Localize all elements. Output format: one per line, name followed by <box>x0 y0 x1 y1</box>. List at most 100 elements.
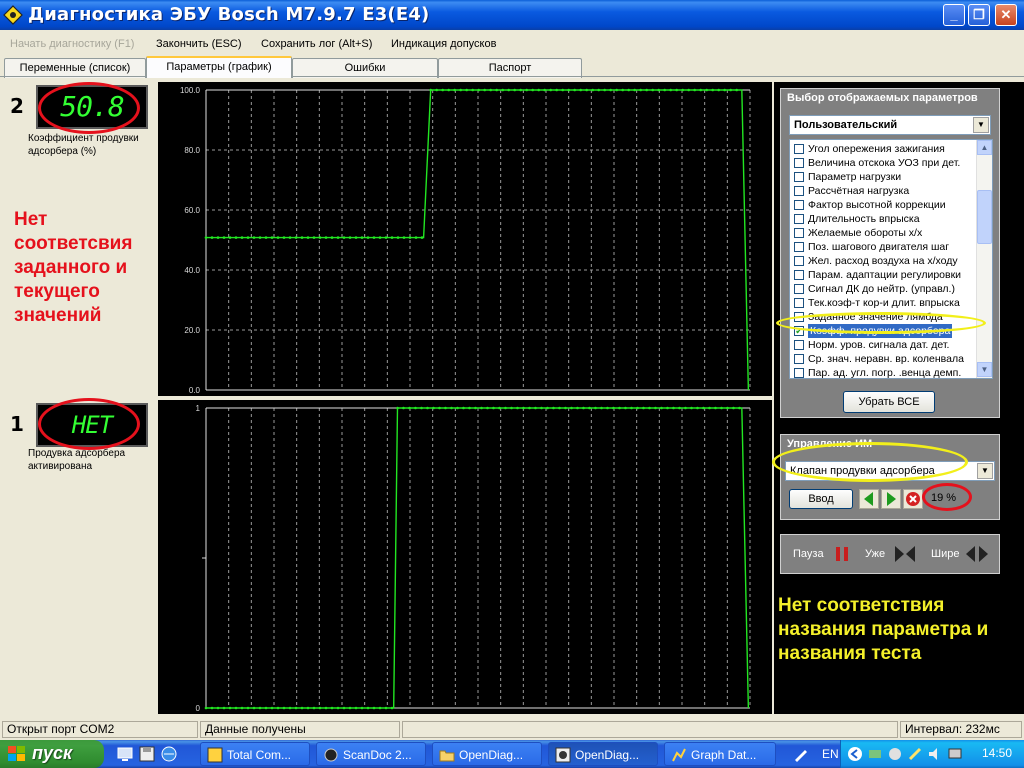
checkbox[interactable] <box>794 214 804 224</box>
tab-passport[interactable]: Паспорт <box>438 58 582 78</box>
data-point <box>420 406 423 410</box>
checkbox[interactable] <box>794 144 804 154</box>
data-point <box>294 706 298 710</box>
checkbox[interactable] <box>794 298 804 308</box>
checkbox[interactable] <box>794 368 804 378</box>
list-item[interactable]: Величина отскока УОЗ при дет. <box>792 156 976 170</box>
chevron-down-icon[interactable]: ▼ <box>973 117 989 133</box>
taskbar-window-total-commander[interactable]: Total Com... <box>200 742 310 766</box>
list-item[interactable]: Жел. расход воздуха на х/ходу <box>792 254 976 268</box>
list-item[interactable]: Парам. адаптации регулировки <box>792 268 976 282</box>
minimize-button[interactable]: _ <box>943 4 965 26</box>
data-point <box>735 88 738 92</box>
antivirus-icon[interactable] <box>887 746 903 762</box>
parameter-list[interactable]: Угол опережения зажигания Величина отскок… <box>789 139 993 379</box>
list-item[interactable]: Желаемые обороты х/х <box>792 226 976 240</box>
tab-variables-list[interactable]: Переменные (список) <box>4 58 146 78</box>
data-point <box>354 236 358 239</box>
data-point <box>276 706 280 710</box>
list-item[interactable]: Тек.коэф-т кор-и длит. впрыска <box>792 296 976 310</box>
taskbar: пуск Total Com... ScanDoc 2... OpenDiag.… <box>0 740 1024 768</box>
annotation-red-note: Нет соответсвия заданного и текущего зна… <box>14 209 133 326</box>
checkbox[interactable] <box>794 158 804 168</box>
arrow-right-icon[interactable] <box>881 489 901 509</box>
annotation-red-ellipse <box>38 398 140 450</box>
scroll-up-icon[interactable]: ▲ <box>977 140 992 155</box>
wider-icon[interactable] <box>965 544 989 564</box>
checkbox[interactable] <box>794 228 804 238</box>
narrower-icon[interactable] <box>893 544 917 564</box>
chart-canvas[interactable]: 10 <box>158 400 772 714</box>
browser-icon[interactable] <box>160 745 178 763</box>
close-button[interactable]: ✕ <box>995 4 1017 26</box>
menu-start-diagnostics[interactable]: Начать диагностику (F1) <box>10 38 134 50</box>
menu-tolerances[interactable]: Индикация допусков <box>391 38 496 50</box>
list-item[interactable]: Сигнал ДК до нейтр. (управл.) <box>792 282 976 296</box>
list-item[interactable]: Пар. ад. угл. погр. .венца демп. <box>792 366 976 378</box>
checkbox[interactable] <box>794 284 804 294</box>
data-point <box>510 406 513 410</box>
tray-chevron-icon[interactable] <box>847 746 863 762</box>
data-point <box>306 236 310 239</box>
data-point <box>324 236 328 239</box>
checkbox[interactable] <box>794 340 804 350</box>
annotation-yellow-note: Нет соответствия названия параметра и на… <box>778 595 989 664</box>
list-item-label: Ср. знач. неравн. вр. коленвала <box>808 353 964 365</box>
taskbar-window-opendiag-app[interactable]: OpenDiag... <box>548 742 658 766</box>
checkbox[interactable] <box>794 354 804 364</box>
volume-icon[interactable] <box>927 746 943 762</box>
list-item[interactable]: Длительность впрыска <box>792 212 976 226</box>
tab-parameters-graph[interactable]: Параметры (график) <box>146 56 292 78</box>
menu-finish[interactable]: Закончить (ESC) <box>156 38 242 50</box>
data-point <box>540 406 543 410</box>
data-point <box>624 406 627 410</box>
taskbar-window-opendiag-folder[interactable]: OpenDiag... <box>432 742 542 766</box>
list-item[interactable]: Угол опережения зажигания <box>792 142 976 156</box>
list-item[interactable]: Ср. знач. неравн. вр. коленвала <box>792 352 976 366</box>
save-icon[interactable] <box>138 745 156 763</box>
list-item[interactable]: Поз. шагового двигателя шаг <box>792 240 976 254</box>
data-point <box>420 236 424 239</box>
arrow-left-icon[interactable] <box>859 489 879 509</box>
checkbox[interactable] <box>794 270 804 280</box>
scroll-thumb[interactable] <box>977 190 992 244</box>
taskbar-window-graph-data[interactable]: Graph Dat... <box>664 742 776 766</box>
language-indicator[interactable]: EN <box>822 747 839 761</box>
pen-icon[interactable] <box>792 745 810 763</box>
checkbox[interactable] <box>794 186 804 196</box>
monitor-icon[interactable] <box>947 746 963 762</box>
scroll-down-icon[interactable]: ▼ <box>977 362 992 377</box>
data-point <box>222 236 226 239</box>
start-button[interactable]: пуск <box>0 740 104 768</box>
enter-button[interactable]: Ввод <box>789 489 853 509</box>
list-item[interactable]: Рассчётная нагрузка <box>792 184 976 198</box>
data-point <box>288 236 292 239</box>
data-point <box>342 236 346 239</box>
list-item[interactable]: Норм. уров. сигнала дат. дет. <box>792 338 976 352</box>
list-item[interactable]: Параметр нагрузки <box>792 170 976 184</box>
network-icon[interactable] <box>867 746 883 762</box>
checkbox[interactable] <box>794 172 804 182</box>
data-point <box>318 236 322 239</box>
checkbox[interactable] <box>794 200 804 210</box>
stop-icon[interactable] <box>903 489 923 509</box>
show-desktop-icon[interactable] <box>116 745 134 763</box>
menu-save-log[interactable]: Сохранить лог (Alt+S) <box>261 38 372 50</box>
maximize-button[interactable]: ❐ <box>968 4 990 26</box>
preset-dropdown[interactable]: Пользовательский ▼ <box>789 115 991 135</box>
safely-remove-icon[interactable] <box>907 746 923 762</box>
checkbox[interactable] <box>794 242 804 252</box>
taskbar-window-scandoc[interactable]: ScanDoc 2... <box>316 742 426 766</box>
chevron-down-icon[interactable]: ▼ <box>977 463 993 479</box>
pause-icon[interactable] <box>833 545 851 563</box>
checkbox[interactable] <box>794 256 804 266</box>
chart-canvas[interactable]: 100.0 80.0 60.0 40.0 20.0 0.0 <box>158 82 772 396</box>
data-point <box>294 236 298 239</box>
data-point <box>621 88 624 92</box>
list-scrollbar[interactable]: ▲ ▼ <box>976 140 992 378</box>
clear-all-button[interactable]: Убрать ВСЕ <box>843 391 935 413</box>
tab-errors[interactable]: Ошибки <box>292 58 438 78</box>
list-item[interactable]: Фактор высотной коррекции <box>792 198 976 212</box>
data-point <box>408 236 412 239</box>
data-point <box>348 706 352 710</box>
